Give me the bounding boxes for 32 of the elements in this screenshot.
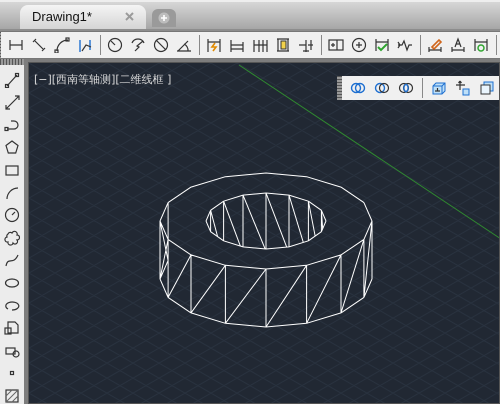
- polygon-icon[interactable]: [4, 139, 20, 156]
- revision-cloud-icon[interactable]: [4, 230, 20, 246]
- inspection-icon[interactable]: [374, 36, 390, 53]
- jogged-radius-icon[interactable]: [130, 36, 146, 53]
- arc-icon[interactable]: [4, 184, 20, 201]
- grip-handle[interactable]: [0, 59, 24, 66]
- file-tab[interactable]: Drawing1*: [20, 4, 146, 29]
- new-tab-button[interactable]: [152, 8, 176, 27]
- spline-icon[interactable]: [4, 252, 20, 268]
- dimension-edit-icon[interactable]: [426, 36, 443, 53]
- center-mark-icon[interactable]: [350, 36, 367, 53]
- diameter-icon[interactable]: [152, 36, 169, 53]
- copy-faces-icon[interactable]: [479, 80, 495, 96]
- grip-handle[interactable]: [0, 32, 1, 58]
- text-edit-icon[interactable]: [450, 36, 466, 53]
- radius-icon[interactable]: [106, 36, 123, 53]
- update-icon[interactable]: [472, 36, 489, 53]
- plus-icon: [158, 12, 170, 24]
- viewport-label[interactable]: [−][西南等轴测][二维线框 ]: [34, 72, 172, 88]
- dimension-space-icon[interactable]: [274, 36, 291, 53]
- box-icon[interactable]: [431, 80, 447, 96]
- tolerance-icon[interactable]: [328, 36, 344, 53]
- construction-line-icon[interactable]: [4, 94, 20, 110]
- quick-dimension-icon[interactable]: [206, 36, 222, 53]
- grip-handle[interactable]: [337, 76, 342, 100]
- arc-length-icon[interactable]: [54, 36, 70, 53]
- line-icon[interactable]: [4, 72, 20, 88]
- aligned-dimension-icon[interactable]: [30, 36, 47, 53]
- hatch-icon[interactable]: [4, 388, 20, 404]
- move-icon[interactable]: [455, 80, 471, 96]
- insert-block-icon[interactable]: [4, 320, 20, 336]
- circle-icon[interactable]: [4, 207, 20, 224]
